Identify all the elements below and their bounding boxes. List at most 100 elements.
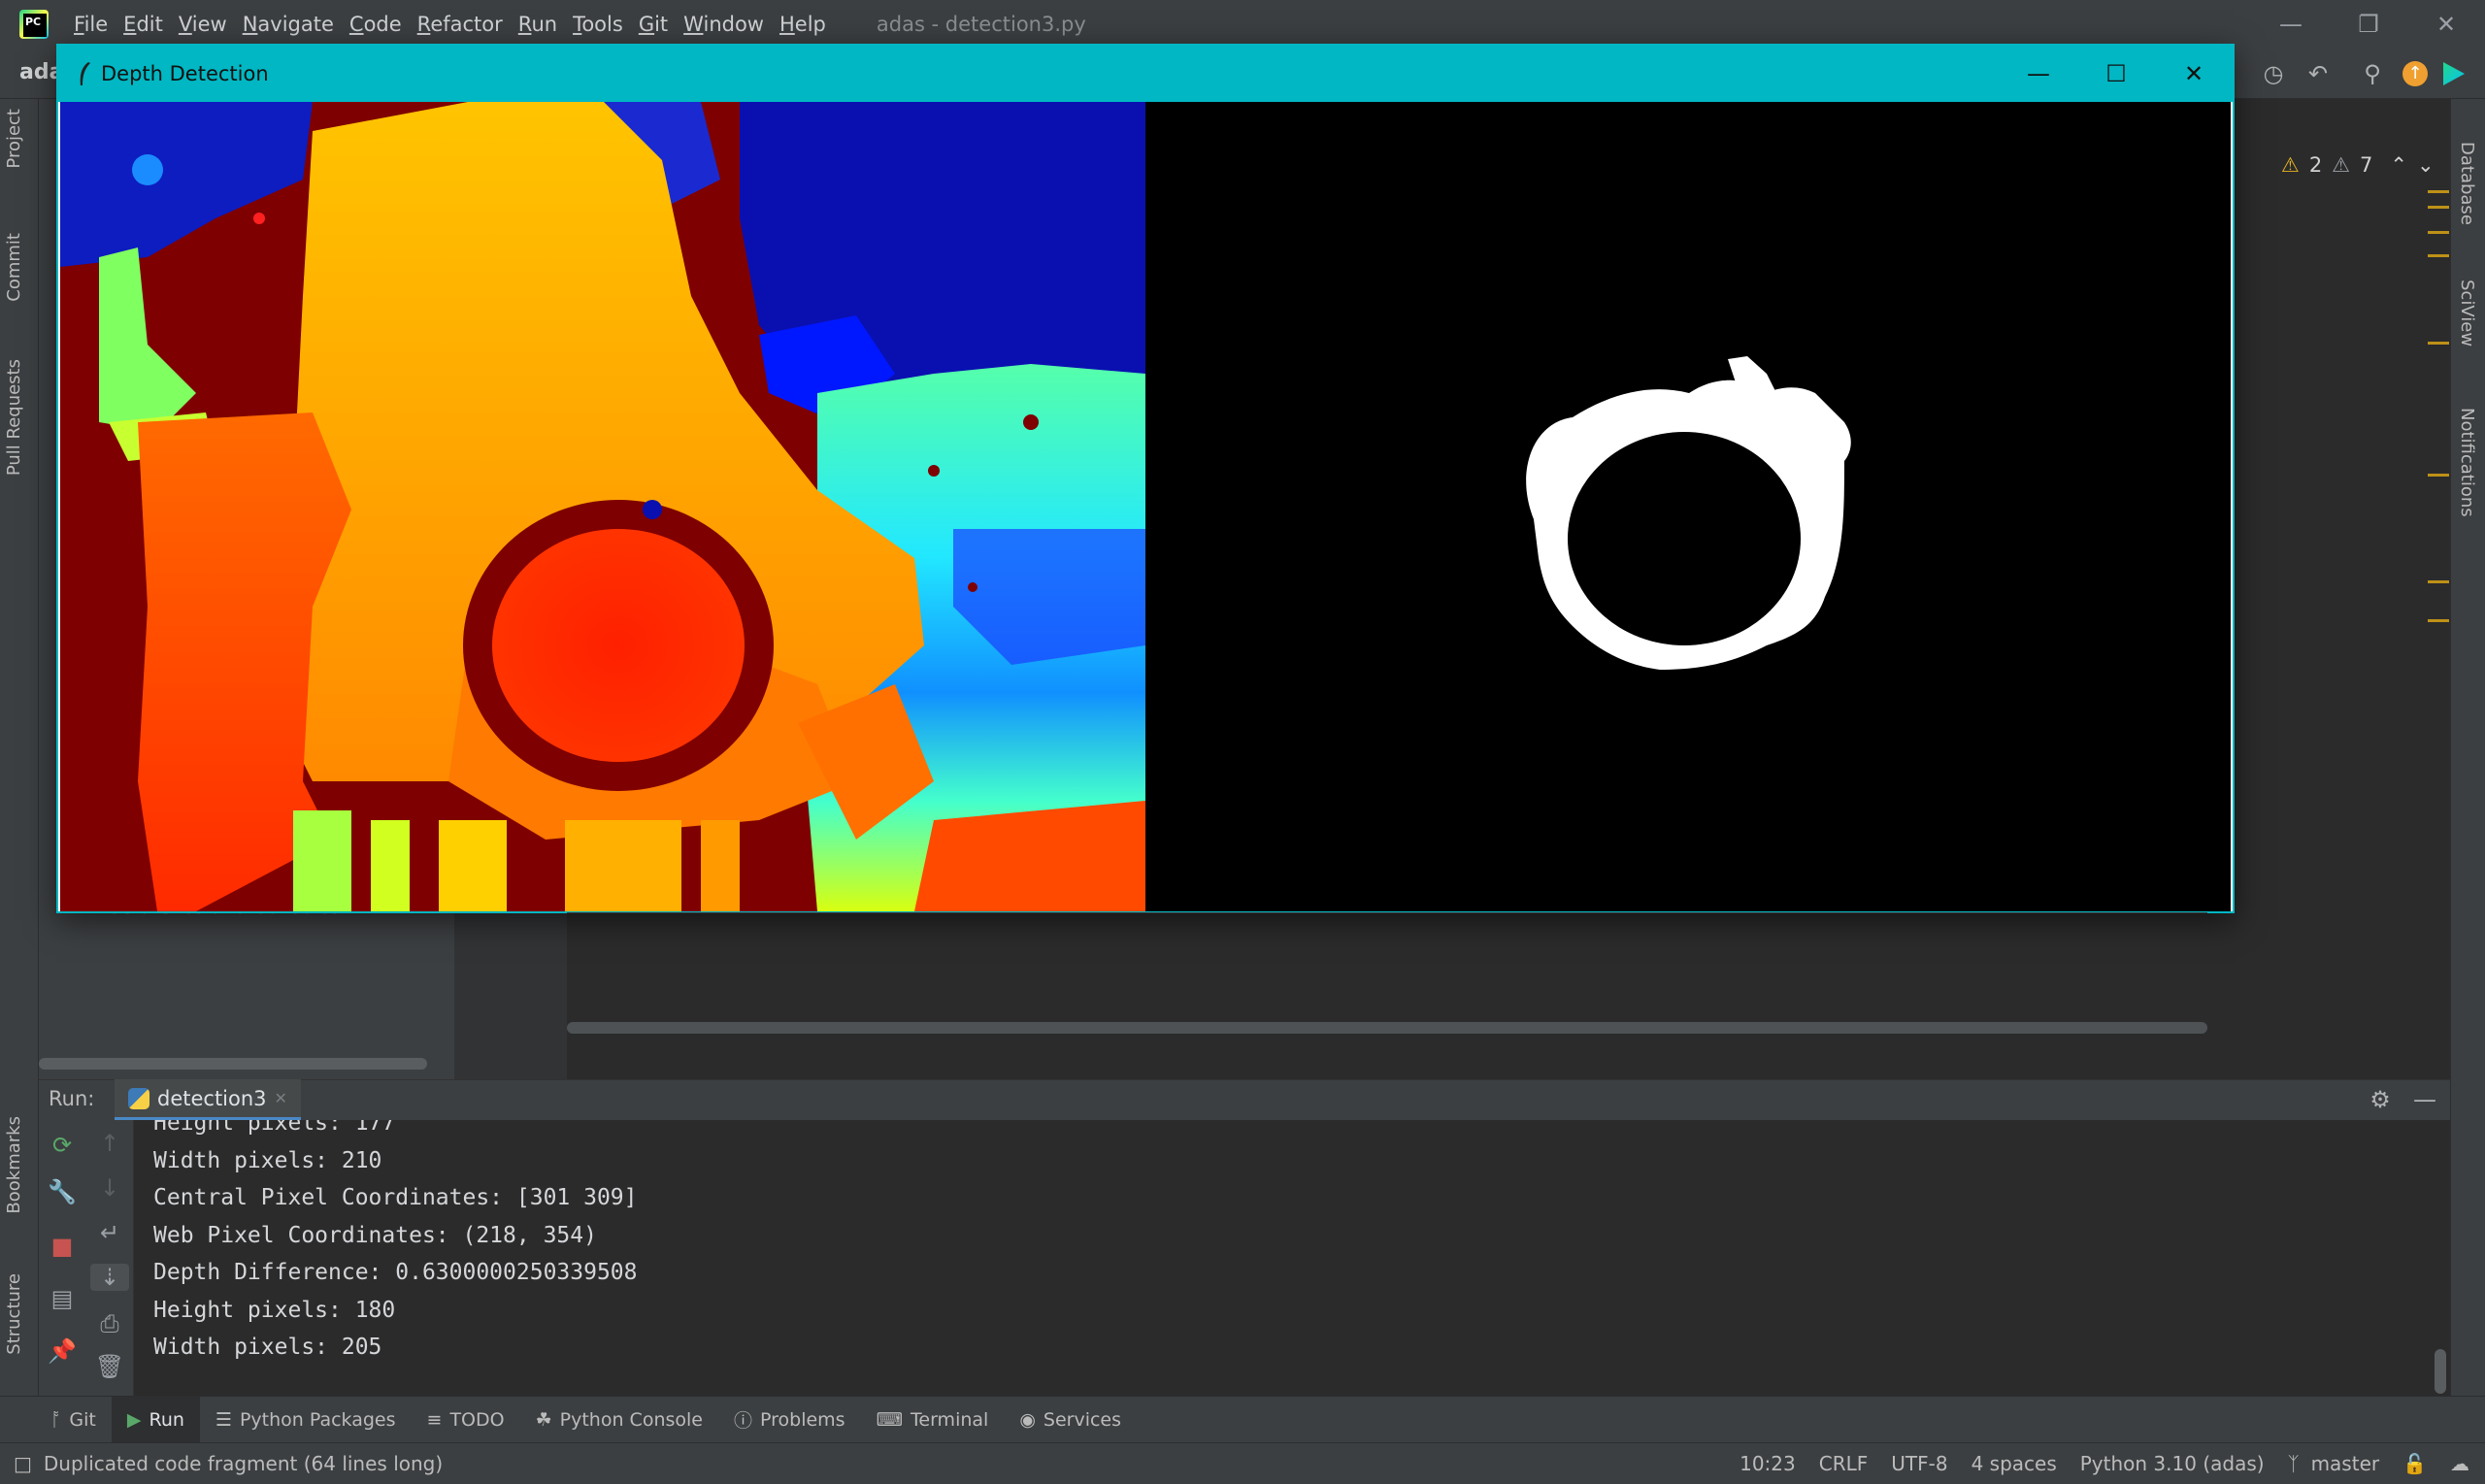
menu-run[interactable]: Run	[518, 13, 557, 36]
chevron-up-icon[interactable]: ⌃	[2390, 153, 2407, 177]
warning-marker[interactable]	[2428, 190, 2449, 193]
notifications-icon[interactable]: ☁	[2438, 1452, 2485, 1475]
tab-notifications[interactable]: Notifications	[2457, 408, 2477, 517]
project-scrollbar[interactable]	[39, 1058, 427, 1070]
terminal-icon: ⌨	[876, 1408, 904, 1431]
tk-maximize-icon[interactable]: ☐	[2077, 46, 2155, 102]
print-icon[interactable]: ⎙	[90, 1310, 129, 1337]
warning-marker[interactable]	[2428, 619, 2449, 622]
layout-icon[interactable]: ▤	[43, 1285, 82, 1312]
bottom-tab-services[interactable]: ◉ Services	[1004, 1397, 1137, 1443]
menu-code[interactable]: Code	[349, 13, 402, 36]
tab-pull-requests[interactable]: Pull Requests	[4, 359, 24, 476]
lock-icon[interactable]: 🔓	[2391, 1452, 2438, 1475]
pin-icon[interactable]: 📌	[43, 1337, 82, 1365]
menu-edit[interactable]: Edit	[123, 13, 163, 36]
warning-marker[interactable]	[2428, 231, 2449, 234]
warning-marker[interactable]	[2428, 474, 2449, 477]
feather-icon	[80, 62, 90, 85]
status-panel-icon[interactable]: □	[0, 1452, 44, 1475]
line-separator[interactable]: CRLF	[1807, 1452, 1880, 1475]
bottom-tab-label: Problems	[760, 1408, 845, 1431]
run-console-output[interactable]: Height pixels: 177 Width pixels: 210 Centr…	[134, 1120, 2450, 1396]
bottom-tab-label: Python Packages	[239, 1408, 396, 1431]
gear-icon[interactable]: ⚙	[2363, 1082, 2398, 1117]
update-icon[interactable]: ↑	[2398, 56, 2433, 91]
bottom-tab-python-packages[interactable]: ☰ Python Packages	[200, 1397, 412, 1443]
scroll-to-end-icon[interactable]: ⇣	[90, 1264, 129, 1291]
editor-horizontal-scrollbar[interactable]	[567, 1022, 2207, 1034]
run-scrollbar[interactable]	[2435, 1349, 2446, 1394]
status-message[interactable]: Duplicated code fragment (64 lines long)	[44, 1452, 443, 1475]
wrench-icon[interactable]: 🔧	[43, 1178, 82, 1205]
bottom-tab-label: Run	[149, 1408, 184, 1431]
close-icon[interactable]: ✕	[2407, 0, 2485, 49]
hide-icon[interactable]: —	[2407, 1082, 2442, 1117]
editor-marker-bar[interactable]	[2427, 99, 2450, 1079]
warning-marker[interactable]	[2428, 254, 2449, 257]
git-branch-icon: ᛉ	[2287, 1452, 2300, 1475]
caret-position[interactable]: 10:23	[1728, 1452, 1807, 1475]
search-icon[interactable]: ⚲	[2355, 56, 2390, 91]
layers-icon: ☰	[215, 1408, 232, 1431]
menu-window[interactable]: Window	[683, 13, 764, 36]
bottom-tab-python-console[interactable]: ☘ Python Console	[520, 1397, 718, 1443]
rerun-icon[interactable]: ⟳	[43, 1132, 82, 1159]
file-encoding[interactable]: UTF-8	[1879, 1452, 1959, 1475]
indent-setting[interactable]: 4 spaces	[1960, 1452, 2069, 1475]
inspection-widget[interactable]: ⚠ 2 ⚠ 7 ⌃ ⌄	[2281, 153, 2435, 177]
git-branch[interactable]: master	[2300, 1452, 2392, 1475]
tab-project[interactable]: Project	[4, 109, 24, 169]
trash-icon[interactable]: 🗑	[90, 1353, 129, 1380]
right-tool-strip: Database SciView Notifications	[2450, 99, 2485, 1396]
bottom-tab-terminal[interactable]: ⌨ Terminal	[861, 1397, 1005, 1443]
run-icon: ▶	[126, 1408, 142, 1431]
menu-git[interactable]: Git	[639, 13, 668, 36]
arrow-up-icon[interactable]: ↑	[90, 1130, 129, 1157]
tk-minimize-icon[interactable]: —	[2000, 46, 2077, 102]
status-bar: □ Duplicated code fragment (64 lines lon…	[0, 1442, 2485, 1484]
bottom-tab-git[interactable]: ᚩ Git	[35, 1397, 112, 1443]
menu-help[interactable]: Help	[779, 13, 826, 36]
info-icon: ⓘ	[733, 1410, 752, 1432]
jetbrains-toolbox-icon[interactable]	[2436, 56, 2471, 91]
tab-bookmarks[interactable]: Bookmarks	[4, 1116, 24, 1214]
stop-icon[interactable]: ■	[43, 1233, 82, 1260]
close-tab-icon[interactable]: ✕	[275, 1089, 287, 1107]
tk-canvas[interactable]	[60, 102, 2231, 911]
menu-navigate[interactable]: Navigate	[243, 13, 334, 36]
menu-tools[interactable]: Tools	[573, 13, 623, 36]
tab-database[interactable]: Database	[2457, 142, 2477, 225]
warning-marker[interactable]	[2428, 206, 2449, 209]
window-title: adas - detection3.py	[876, 13, 1086, 36]
soft-wrap-icon[interactable]: ↵	[90, 1219, 129, 1246]
undo-icon[interactable]: ↶	[2301, 56, 2336, 91]
tab-commit[interactable]: Commit	[4, 233, 24, 302]
run-label: Run:	[49, 1087, 95, 1110]
ide-title-bar: File Edit View Navigate Code Refactor Run Tools…	[0, 0, 2485, 49]
tk-title-bar[interactable]: Depth Detection — ☐ ✕	[58, 46, 2233, 102]
restore-icon[interactable]: ❐	[2330, 0, 2407, 49]
tab-structure[interactable]: Structure	[4, 1273, 24, 1355]
tk-close-icon[interactable]: ✕	[2155, 46, 2233, 102]
pycharm-logo-icon[interactable]	[19, 10, 49, 39]
depth-map-image	[60, 102, 1145, 911]
console-line: Central Pixel Coordinates: [301 309]	[153, 1185, 638, 1210]
menu-refactor[interactable]: Refactor	[417, 13, 503, 36]
warning-marker[interactable]	[2428, 580, 2449, 583]
bottom-tab-label: Services	[1043, 1408, 1122, 1431]
warning-marker[interactable]	[2428, 342, 2449, 345]
menu-file[interactable]: File	[74, 13, 108, 36]
menu-view[interactable]: View	[179, 13, 227, 36]
history-icon[interactable]: ◷	[2256, 56, 2291, 91]
bottom-tab-todo[interactable]: ≡ TODO	[412, 1397, 520, 1443]
arrow-down-icon[interactable]: ↓	[90, 1174, 129, 1202]
interpreter[interactable]: Python 3.10 (adas)	[2069, 1452, 2276, 1475]
bottom-tab-run[interactable]: ▶ Run	[111, 1396, 200, 1443]
minimize-icon[interactable]: —	[2252, 0, 2330, 49]
tab-sciview[interactable]: SciView	[2457, 280, 2477, 346]
bottom-tool-tabs: ᚩ Git ▶ Run ☰ Python Packages ≡ TODO ☘ Python Con…	[0, 1396, 2485, 1443]
bottom-tab-problems[interactable]: ⓘ Problems	[718, 1397, 861, 1443]
run-tab-detection3[interactable]: detection3 ✕	[115, 1079, 301, 1120]
chevron-down-icon[interactable]: ⌄	[2417, 153, 2435, 177]
